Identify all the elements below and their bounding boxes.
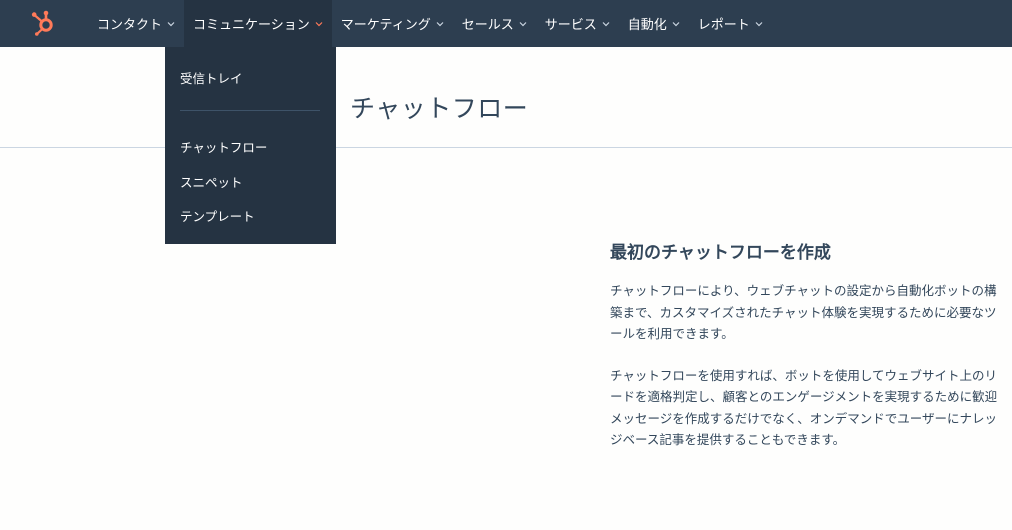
nav-communications[interactable]: コミュニケーション xyxy=(184,0,332,47)
nav-service-label: サービス xyxy=(544,18,597,33)
nav-sales[interactable]: セールス xyxy=(453,0,536,47)
empty-state-paragraph: チャットフローを使用すれば、ボットを使用してウェブサイト上のリードを適格判定し、… xyxy=(610,367,998,448)
menu-item-snippets[interactable]: スニペット xyxy=(180,172,243,191)
chevron-down-icon xyxy=(435,19,445,29)
nav-reports[interactable]: レポート xyxy=(689,0,772,47)
chevron-down-icon xyxy=(166,19,176,29)
nav-contacts-label: コンタクト xyxy=(97,18,163,33)
menu-divider xyxy=(180,110,320,111)
chevron-down-icon xyxy=(601,19,611,29)
nav-automation-label: 自動化 xyxy=(627,18,667,33)
nav-sales-label: セールス xyxy=(461,18,514,33)
communications-dropdown-menu: 受信トレイ チャットフロー スニペット テンプレート xyxy=(165,47,336,244)
nav-marketing[interactable]: マーケティング xyxy=(332,0,453,47)
chevron-down-icon xyxy=(314,19,324,29)
nav-service[interactable]: サービス xyxy=(536,0,619,47)
chevron-down-icon xyxy=(754,19,764,29)
menu-item-templates[interactable]: テンプレート xyxy=(180,206,255,225)
hubspot-logo-icon[interactable] xyxy=(0,0,88,47)
nav-communications-label: コミュニケーション xyxy=(193,18,310,33)
nav-reports-label: レポート xyxy=(697,18,750,33)
nav-marketing-label: マーケティング xyxy=(340,18,431,33)
empty-state-paragraph: チャットフローにより、ウェブチャットの設定から自動化ボットの構築まで、カスタマイ… xyxy=(610,283,997,341)
empty-state: 最初のチャットフローを作成 チャットフローにより、ウェブチャットの設定から自動化… xyxy=(610,238,1005,471)
top-navigation-bar: コンタクト コミュニケーション マーケティング セールス サービス 自動化 レポ… xyxy=(0,0,1012,47)
page-header: チャットフロー xyxy=(0,47,1012,148)
nav-contacts[interactable]: コンタクト xyxy=(88,0,184,47)
nav-automation[interactable]: 自動化 xyxy=(619,0,689,47)
empty-state-heading: 最初のチャットフローを作成 xyxy=(610,243,831,263)
chevron-down-icon xyxy=(671,19,681,29)
menu-item-chatflows[interactable]: チャットフロー xyxy=(180,137,267,156)
menu-item-inbox[interactable]: 受信トレイ xyxy=(180,68,243,87)
chevron-down-icon xyxy=(518,19,528,29)
page-title: チャットフロー xyxy=(350,94,529,123)
